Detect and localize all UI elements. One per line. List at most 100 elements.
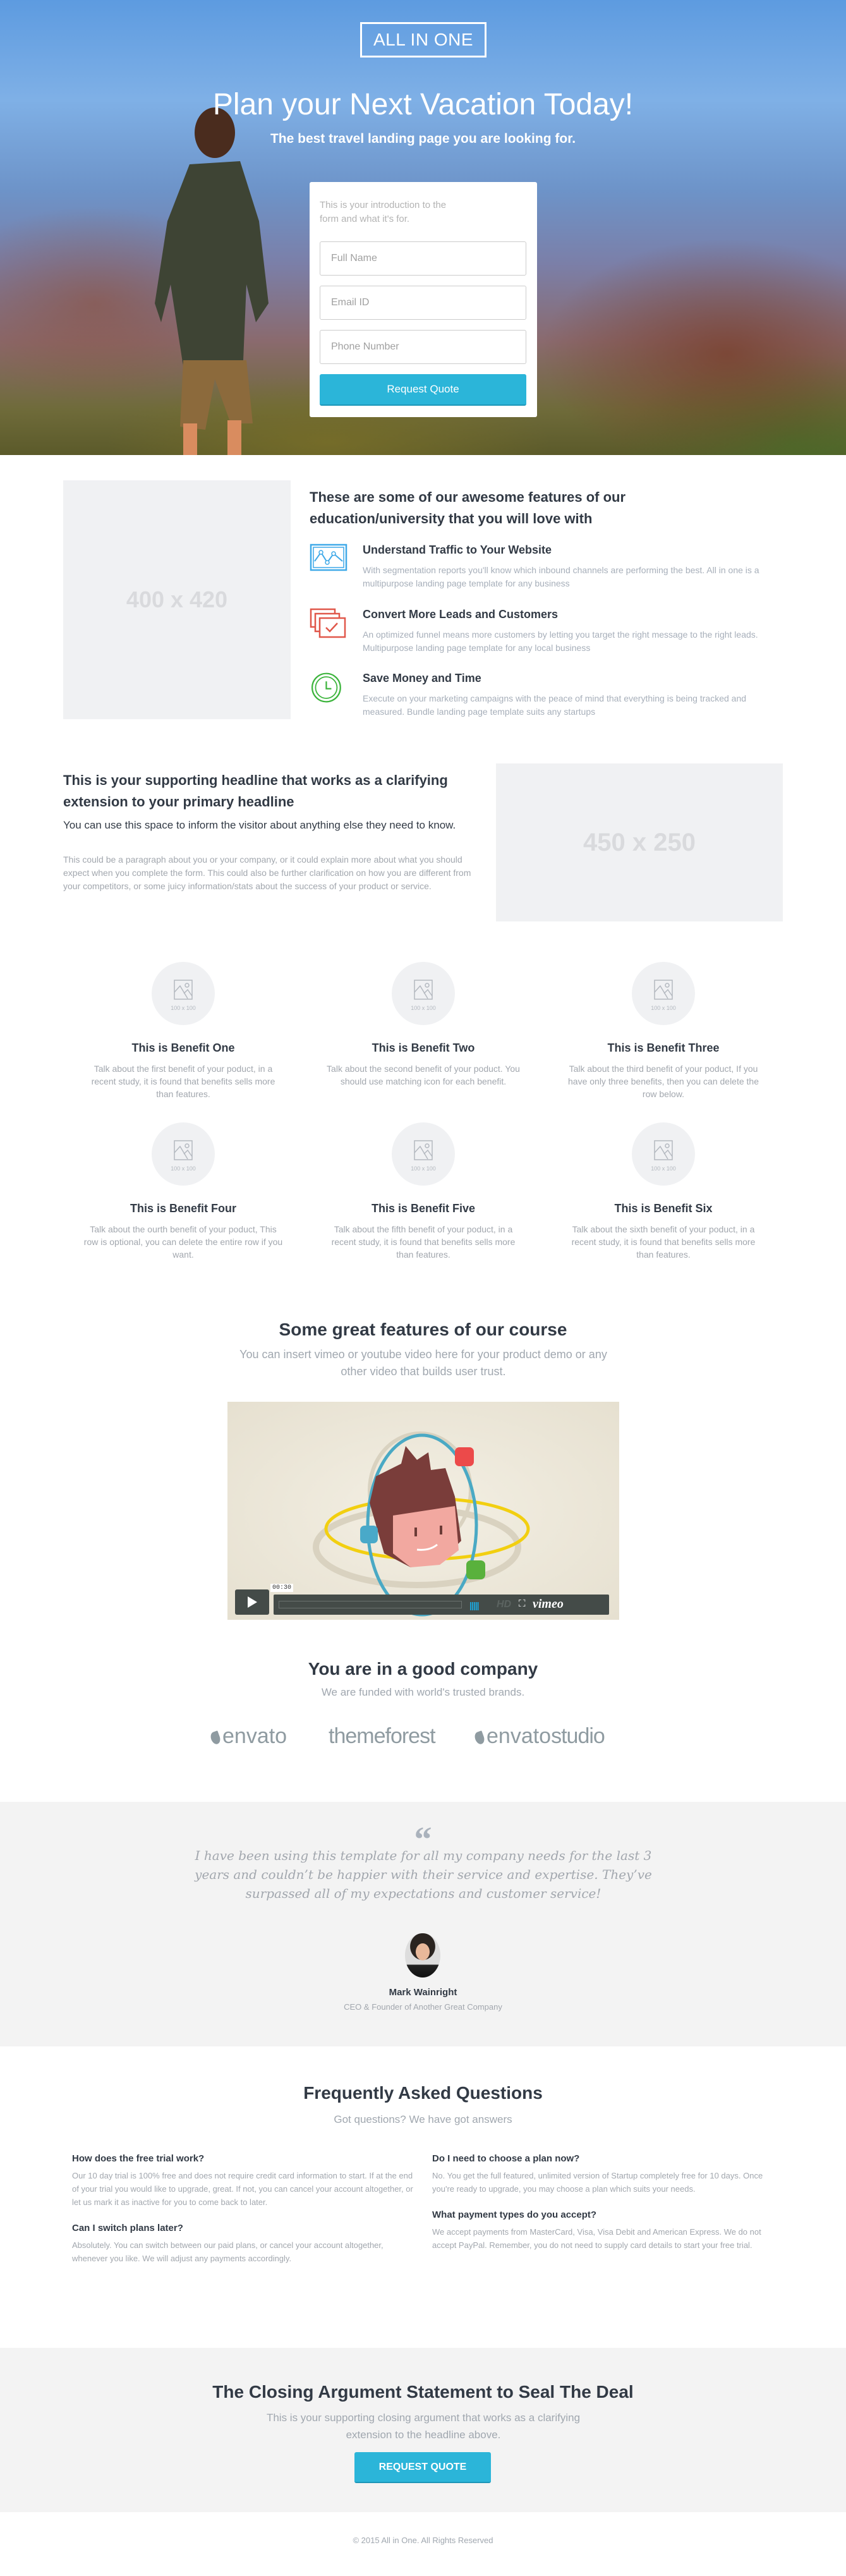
brand-logo-envato: envato [209, 1724, 287, 1749]
feature-text: An optimized funnel means more customers… [363, 629, 758, 653]
clock-icon [311, 672, 341, 703]
benefit-image-placeholder: 100 x 100 [632, 962, 695, 1025]
play-icon [248, 1596, 257, 1608]
volume-icon[interactable]: ||||| [469, 1600, 480, 1610]
supporting-image-placeholder: 450 x 250 [496, 763, 783, 921]
benefit-title: This is Benefit Three [607, 1042, 720, 1054]
video-player[interactable]: 00:30 ||||| HD ⛶ vimeo [227, 1402, 619, 1620]
image-icon [654, 980, 673, 1000]
faq-question: Can I switch plans later? [72, 2223, 183, 2233]
cta-title: The Closing Argument Statement to Seal T… [212, 2382, 634, 2402]
benefit-image-placeholder: 100 x 100 [152, 1122, 215, 1186]
faq-answer: We accept payments from MasterCard, Visa… [432, 2227, 761, 2250]
brand-logo-envato-studio: envatostudio [473, 1724, 605, 1749]
benefit-image-size: 100 x 100 [171, 1165, 196, 1172]
benefit-title: This is Benefit Four [130, 1202, 236, 1215]
video-progress-bar[interactable] [279, 1601, 462, 1608]
benefit-text: Talk about the ourth benefit of your pod… [83, 1224, 283, 1260]
video-section-subtitle: You can insert vimeo or youtube video he… [239, 1348, 607, 1378]
benefit-title: This is Benefit Five [371, 1202, 476, 1215]
brands-subtitle: We are funded with world's trusted brand… [321, 1686, 525, 1698]
benefit-title: This is Benefit Two [372, 1042, 475, 1054]
benefit-text: Talk about the third benefit of your pod… [568, 1064, 759, 1099]
footer-copyright: © 2015 All in One. All Rights Reserved [353, 2536, 493, 2545]
testimonial-quote: I have been using this template for all … [195, 1848, 652, 1901]
faq-question: What payment types do you accept? [432, 2209, 597, 2220]
faq-subtitle: Got questions? We have got answers [334, 2113, 512, 2125]
image-icon [174, 980, 193, 1000]
image-icon [414, 1140, 433, 1160]
video-section-title: Some great features of our course [279, 1320, 567, 1339]
supporting-paragraph: This could be a paragraph about you or y… [63, 854, 471, 891]
benefit-image-size: 100 x 100 [411, 1165, 436, 1172]
brand-logo[interactable]: ALL IN ONE [360, 22, 486, 58]
feature-image-placeholder: 400 x 420 [63, 480, 291, 719]
benefit-image-size: 100 x 100 [651, 1165, 676, 1172]
benefit-title: This is Benefit Six [614, 1202, 713, 1215]
benefit-item: 100 x 100 This is Benefit Six Talk about t… [556, 1122, 771, 1261]
benefit-image-placeholder: 100 x 100 [392, 962, 455, 1025]
benefit-image-size: 100 x 100 [171, 1005, 196, 1011]
cta-section: The Closing Argument Statement to Seal T… [0, 2348, 846, 2512]
feature-title: Understand Traffic to Your Website [363, 544, 552, 556]
hero-subtitle: The best travel landing page you are loo… [270, 131, 576, 146]
video-controls-bar: ||||| HD ⛶ vimeo [274, 1595, 609, 1615]
supporting-headline: This is your supporting headline that wo… [63, 772, 448, 810]
traffic-chart-icon [310, 544, 347, 571]
benefit-item: 100 x 100 This is Benefit Three Talk about… [556, 962, 771, 1100]
features-title: These are some of our awesome features o… [310, 489, 626, 526]
benefit-image-placeholder: 100 x 100 [632, 1122, 695, 1186]
image-icon [654, 1140, 673, 1160]
benefit-image-placeholder: 100 x 100 [392, 1122, 455, 1186]
benefit-text: Talk about the fifth benefit of your pod… [331, 1224, 516, 1260]
benefit-text: Talk about the first benefit of your pod… [91, 1064, 275, 1099]
feature-title: Convert More Leads and Customers [363, 608, 559, 621]
benefit-item: 100 x 100 This is Benefit Four Talk about … [76, 1122, 291, 1261]
video-time-tooltip: 00:30 [270, 1584, 294, 1592]
feature-text: Execute on your marketing campaigns with… [363, 693, 747, 717]
benefit-image-size: 100 x 100 [651, 1005, 676, 1011]
hero-title: Plan your Next Vacation Today! [212, 88, 634, 121]
benefit-title: This is Benefit One [131, 1042, 235, 1054]
phone-input[interactable] [320, 330, 526, 364]
faq-column-left: How does the free trial work? Our 10 day… [72, 2153, 413, 2279]
hd-toggle[interactable]: HD [497, 1599, 511, 1610]
faq-title: Frequently Asked Questions [303, 2083, 543, 2103]
cta-text: This is your supporting closing argument… [266, 2412, 581, 2441]
image-icon [414, 980, 433, 1000]
faq-question: How does the free trial work? [72, 2153, 205, 2164]
testimonial-role: CEO & Founder of Another Great Company [344, 2002, 502, 2012]
request-quote-button[interactable]: Request Quote [320, 374, 526, 406]
supporting-subheadline: You can use this space to inform the vis… [63, 819, 456, 831]
feature-title: Save Money and Time [363, 672, 481, 684]
checklist-cards-icon [310, 608, 346, 638]
brands-title: You are in a good company [308, 1659, 538, 1679]
cta-request-quote-button[interactable]: REQUEST QUOTE [354, 2452, 491, 2483]
vimeo-logo[interactable]: vimeo [533, 1597, 564, 1612]
hero-background-photo [155, 107, 269, 455]
image-icon [174, 1140, 193, 1160]
email-input[interactable] [320, 286, 526, 320]
envato-leaf-icon [209, 1730, 222, 1746]
benefit-image-placeholder: 100 x 100 [152, 962, 215, 1025]
faq-question: Do I need to choose a plan now? [432, 2153, 580, 2164]
benefit-item: 100 x 100 This is Benefit One Talk about t… [76, 962, 291, 1100]
play-button[interactable] [235, 1589, 269, 1615]
benefit-item: 100 x 100 This is Benefit Two Talk about t… [316, 962, 531, 1088]
form-intro: This is your introduction to the form an… [320, 200, 447, 224]
faq-answer: No. You get the full featured, unlimited… [432, 2171, 763, 2194]
full-name-input[interactable] [320, 241, 526, 276]
testimonial-section: “ I have been using this template for al… [0, 1802, 846, 2046]
hero-section: ALL IN ONE Plan your Next Vacation Today… [0, 0, 846, 455]
benefit-item: 100 x 100 This is Benefit Five Talk about … [316, 1122, 531, 1261]
faq-column-right: Do I need to choose a plan now? No. You … [432, 2153, 773, 2266]
brand-logo-themeforest: themeforest [329, 1724, 436, 1748]
benefit-image-size: 100 x 100 [411, 1005, 436, 1011]
fullscreen-icon[interactable]: ⛶ [519, 1598, 526, 1609]
testimonial-name: Mark Wainright [389, 1987, 457, 1998]
avatar [405, 1933, 440, 1978]
feature-text: With segmentation reports you'll know wh… [363, 565, 759, 588]
benefit-text: Talk about the second benefit of your po… [327, 1064, 520, 1086]
faq-answer: Absolutely. You can switch between our p… [72, 2240, 384, 2263]
envato-leaf-icon [473, 1730, 486, 1746]
